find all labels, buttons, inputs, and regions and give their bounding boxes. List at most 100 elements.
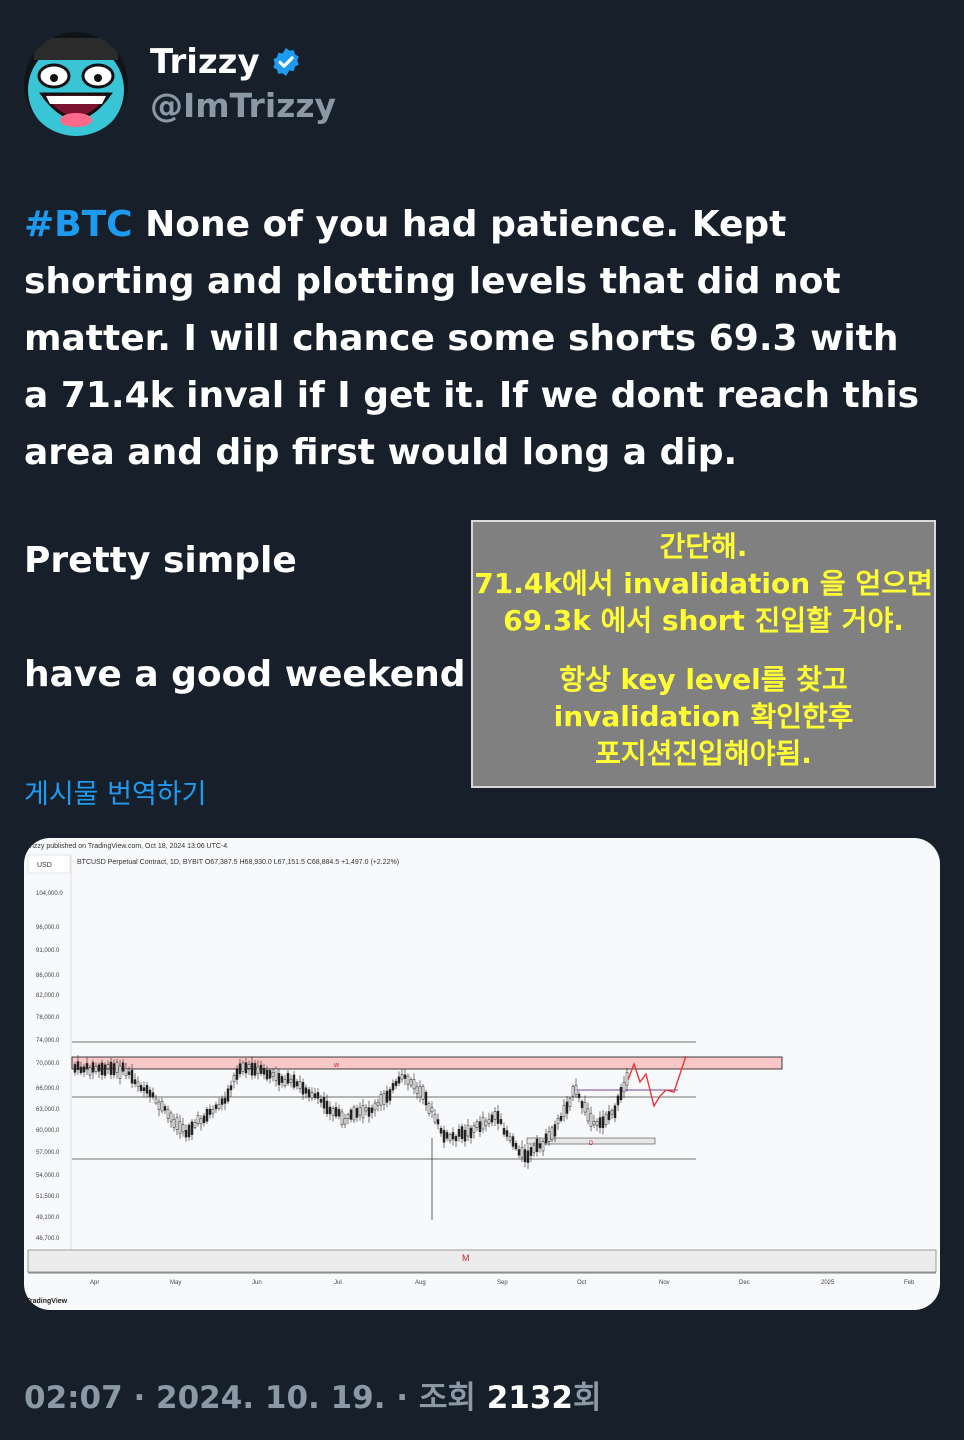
candle-body <box>394 1080 398 1087</box>
candle-body <box>607 1111 611 1121</box>
candle-body <box>262 1068 266 1075</box>
candle-body <box>121 1062 125 1072</box>
y-tick-label: 51,500.0 <box>36 1194 60 1200</box>
x-tick-label: Jul <box>334 1280 342 1286</box>
candle-body <box>139 1085 143 1091</box>
candle-body <box>475 1121 479 1128</box>
candle-body <box>445 1132 449 1139</box>
candle-body <box>244 1062 248 1074</box>
candle-body <box>103 1064 107 1076</box>
y-tick-label: 78,000.0 <box>36 1015 60 1021</box>
candle-body <box>148 1089 152 1097</box>
chart-image[interactable]: Trizzy published on TradingView.com, Oct… <box>24 838 940 1310</box>
candle-body <box>91 1062 95 1073</box>
candle-body <box>592 1121 596 1126</box>
candle-body <box>484 1120 488 1127</box>
candle-body <box>286 1072 290 1084</box>
candle-body <box>271 1072 275 1077</box>
candle-body <box>325 1100 329 1114</box>
annotation-m: M <box>462 1253 470 1263</box>
candle-body <box>565 1101 569 1114</box>
candle-body <box>94 1066 98 1073</box>
candle-body <box>385 1090 389 1103</box>
candle-body <box>313 1093 317 1098</box>
candle-body <box>466 1125 470 1137</box>
candle-body <box>487 1119 491 1124</box>
y-tick-label: 49,100.0 <box>36 1215 60 1221</box>
candle-body <box>301 1082 305 1095</box>
y-tick-label: 60,000.0 <box>36 1128 60 1134</box>
candle-body <box>502 1128 506 1135</box>
tweet-line-pretty-simple: Pretty simple <box>24 540 297 581</box>
candle-body <box>106 1064 110 1069</box>
candle-body <box>172 1119 176 1128</box>
candle-body <box>529 1147 533 1156</box>
candle-body <box>391 1083 395 1091</box>
candle-body <box>574 1085 578 1095</box>
translate-post-link[interactable]: 게시물 번역하기 <box>24 772 206 811</box>
candle-body <box>481 1117 485 1130</box>
candle-body <box>307 1089 311 1098</box>
candle-body <box>433 1114 437 1123</box>
x-axis-ticks: Apr May Jun Jul Aug Sep Oct Nov Dec 2025 Feb <box>90 1280 915 1286</box>
x-tick-label: Aug <box>415 1280 426 1286</box>
avatar-face-icon <box>28 38 124 136</box>
y-tick-label: 91,000.0 <box>36 948 60 954</box>
tweet-line-weekend: have a good weekend <box>24 654 466 695</box>
candle-body <box>553 1124 557 1137</box>
candle-body <box>523 1149 527 1163</box>
y-tick-label: 54,000.0 <box>36 1173 60 1179</box>
candle-body <box>97 1064 101 1072</box>
candle-body <box>406 1075 410 1085</box>
candle-body <box>166 1109 170 1119</box>
candle-body <box>355 1108 359 1118</box>
annotation-w: w <box>333 1062 340 1069</box>
candle-body <box>289 1078 293 1083</box>
y-tick-label: 82,000.0 <box>36 993 60 999</box>
candle-body <box>340 1111 344 1125</box>
y-tick-label: 46,700.0 <box>36 1236 60 1242</box>
candle-body <box>505 1130 509 1137</box>
candle-body <box>616 1095 620 1106</box>
candle-body <box>109 1061 113 1075</box>
candle-body <box>322 1097 326 1109</box>
tradingview-chart: Trizzy published on TradingView.com, Oct… <box>26 843 937 1305</box>
candle-body <box>469 1127 473 1139</box>
candle-body <box>373 1102 377 1111</box>
candle-body <box>424 1091 428 1106</box>
candle-body <box>370 1107 374 1113</box>
candle-body <box>589 1113 593 1127</box>
candle-body <box>229 1085 233 1091</box>
candle-body <box>256 1066 260 1074</box>
candle-body <box>79 1066 83 1074</box>
candle-body <box>154 1098 158 1104</box>
candle-body <box>358 1106 362 1116</box>
candle-body <box>265 1069 269 1080</box>
candle-body <box>499 1119 503 1124</box>
hashtag-link[interactable]: #BTC <box>24 204 133 245</box>
timestamp[interactable]: 02:07 · 2024. 10. 19. · 조회 <box>24 1380 487 1416</box>
candle-body <box>439 1127 443 1134</box>
candle-body <box>409 1079 413 1086</box>
candle-body <box>268 1070 272 1079</box>
candle-body <box>73 1064 77 1073</box>
tweet-meta: 02:07 · 2024. 10. 19. · 조회 2132회 <box>24 1372 602 1417</box>
candle-body <box>124 1068 128 1076</box>
candle-body <box>349 1109 353 1120</box>
candle-body <box>622 1081 626 1093</box>
candle-body <box>403 1074 407 1079</box>
candle-body <box>457 1129 461 1137</box>
candle-body <box>577 1093 581 1099</box>
avatar[interactable] <box>24 32 128 136</box>
candle-body <box>517 1149 521 1156</box>
candle-body <box>601 1116 605 1129</box>
candle-body <box>448 1134 452 1141</box>
candle-body <box>127 1071 131 1075</box>
candle-body <box>235 1068 239 1080</box>
user-handle[interactable]: @ImTrizzy <box>150 86 336 125</box>
candle-body <box>292 1074 296 1088</box>
display-name[interactable]: Trizzy <box>150 42 260 82</box>
candle-body <box>382 1092 386 1105</box>
candle-body <box>379 1094 383 1106</box>
chart-header: Trizzy published on TradingView.com, Oct… <box>26 843 227 850</box>
